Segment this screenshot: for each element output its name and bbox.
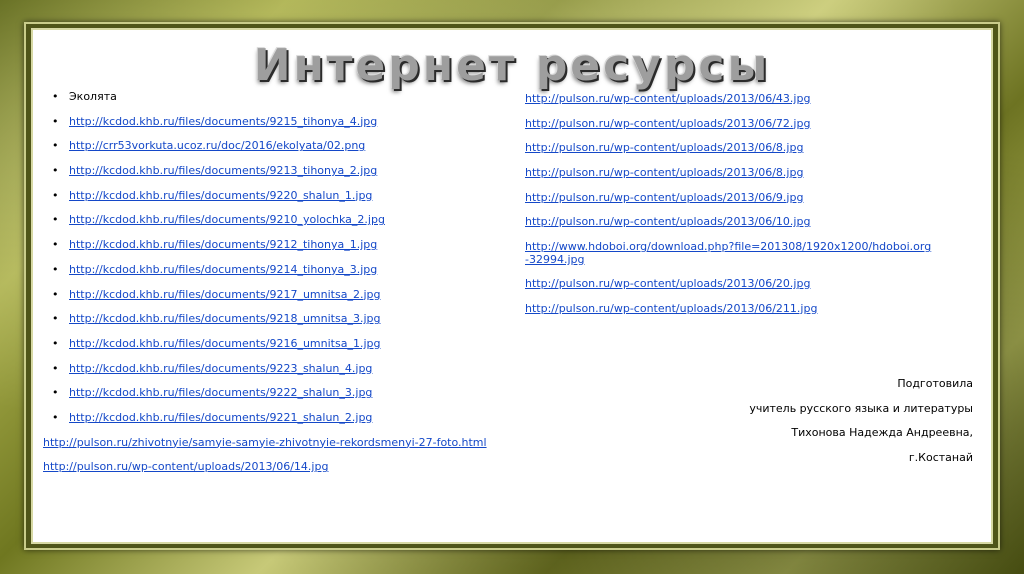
slide: Интернет ресурсы • Эколята • http://kcdod.…	[33, 30, 991, 542]
link-row: http://pulson.ru/wp-content/uploads/2013…	[525, 302, 945, 315]
link-row: http://pulson.ru/wp-content/uploads/2013…	[525, 166, 945, 179]
bullet-icon: •	[52, 386, 59, 400]
list-item: • http://kcdod.khb.ru/files/documents/921…	[43, 213, 513, 238]
resource-link[interactable]: http://pulson.ru/wp-content/uploads/2013…	[525, 166, 803, 179]
signature-line-position: учитель русского языка и литературы	[749, 401, 973, 415]
link-row: http://pulson.ru/wp-content/uploads/2013…	[525, 92, 945, 105]
resource-link[interactable]: http://kcdod.khb.ru/files/documents/9220…	[69, 189, 372, 202]
resource-link[interactable]: http://pulson.ru/wp-content/uploads/2013…	[525, 92, 810, 105]
bullet-icon: •	[52, 188, 59, 202]
signature-line-name: Тихонова Надежда Андреевна,	[791, 426, 973, 440]
resource-link[interactable]: http://kcdod.khb.ru/files/documents/9213…	[69, 164, 377, 177]
list-item: • http://kcdod.khb.ru/files/documents/922…	[43, 362, 513, 387]
signature-line-city: г.Костанай	[908, 451, 973, 465]
bullet-icon: •	[52, 139, 59, 153]
link-row: http://pulson.ru/wp-content/uploads/2013…	[525, 141, 945, 154]
list-item: • http://kcdod.khb.ru/files/documents/921…	[43, 263, 513, 288]
list-item: • http://kcdod.khb.ru/files/documents/921…	[43, 164, 513, 189]
plain-link-row: http://pulson.ru/wp-content/uploads/2013…	[43, 460, 513, 485]
resource-link[interactable]: http://crr53vorkuta.ucoz.ru/doc/2016/eko…	[69, 139, 365, 152]
link-row: http://www.hdoboi.org/download.php?file=…	[525, 240, 935, 266]
list-item: • http://kcdod.khb.ru/files/documents/922…	[43, 189, 513, 214]
resource-link[interactable]: http://pulson.ru/wp-content/uploads/2013…	[525, 191, 803, 204]
resource-link[interactable]: http://pulson.ru/wp-content/uploads/2013…	[525, 277, 810, 290]
list-item: • Эколята	[43, 90, 513, 115]
bullet-icon: •	[52, 238, 59, 252]
link-row: http://pulson.ru/wp-content/uploads/2013…	[525, 117, 945, 130]
list-item: • http://kcdod.khb.ru/files/documents/921…	[43, 288, 513, 313]
list-item-text: Эколята	[69, 90, 117, 103]
resource-link[interactable]: http://kcdod.khb.ru/files/documents/9215…	[69, 115, 377, 128]
resource-link[interactable]: http://pulson.ru/wp-content/uploads/2013…	[525, 302, 817, 315]
bullet-icon: •	[52, 262, 59, 276]
resource-link[interactable]: http://kcdod.khb.ru/files/documents/9223…	[69, 362, 372, 375]
signature-line-prepared: Подготовила	[897, 377, 973, 390]
resource-link[interactable]: http://www.hdoboi.org/download.php?file=…	[525, 240, 931, 266]
slide-title: Интернет ресурсы	[253, 40, 771, 91]
resource-link[interactable]: http://kcdod.khb.ru/files/documents/9214…	[69, 263, 377, 276]
resource-link[interactable]: http://kcdod.khb.ru/files/documents/9212…	[69, 238, 377, 251]
list-item: • http://kcdod.khb.ru/files/documents/921…	[43, 337, 513, 362]
resource-link[interactable]: http://pulson.ru/wp-content/uploads/2013…	[525, 215, 810, 228]
link-row: http://pulson.ru/wp-content/uploads/2013…	[525, 277, 945, 290]
left-column: • Эколята • http://kcdod.khb.ru/files/docu…	[43, 90, 513, 485]
resource-link[interactable]: http://kcdod.khb.ru/files/documents/9218…	[69, 312, 380, 325]
right-column: http://pulson.ru/wp-content/uploads/2013…	[525, 92, 945, 327]
list-item: • http://kcdod.khb.ru/files/documents/921…	[43, 312, 513, 337]
bullet-icon: •	[52, 361, 59, 375]
list-item: • http://kcdod.khb.ru/files/documents/922…	[43, 386, 513, 411]
list-item: • http://kcdod.khb.ru/files/documents/921…	[43, 115, 513, 140]
resource-link[interactable]: http://pulson.ru/wp-content/uploads/2013…	[43, 460, 328, 473]
resource-link[interactable]: http://kcdod.khb.ru/files/documents/9216…	[69, 337, 380, 350]
plain-link-row: http://pulson.ru/zhivotnyie/samyie-samyi…	[43, 436, 513, 461]
resource-link[interactable]: http://kcdod.khb.ru/files/documents/9217…	[69, 288, 380, 301]
bullet-icon: •	[52, 336, 59, 350]
bullet-icon: •	[52, 164, 59, 178]
bullet-icon: •	[52, 312, 59, 326]
resource-link[interactable]: http://pulson.ru/wp-content/uploads/2013…	[525, 117, 810, 130]
resource-link[interactable]: http://pulson.ru/zhivotnyie/samyie-samyi…	[43, 436, 487, 449]
resource-link[interactable]: http://kcdod.khb.ru/files/documents/9210…	[69, 213, 385, 226]
bullet-icon: •	[52, 114, 59, 128]
resource-link[interactable]: http://kcdod.khb.ru/files/documents/9221…	[69, 411, 372, 424]
list-item: • http://kcdod.khb.ru/files/documents/922…	[43, 411, 513, 436]
list-item: • http://kcdod.khb.ru/files/documents/921…	[43, 238, 513, 263]
list-item: • http://crr53vorkuta.ucoz.ru/doc/2016/ek…	[43, 139, 513, 164]
bullet-icon: •	[52, 410, 59, 424]
author-signature: Подготовила учитель русского языка и лит…	[749, 377, 973, 476]
bullet-icon: •	[52, 90, 59, 103]
link-row: http://pulson.ru/wp-content/uploads/2013…	[525, 191, 945, 204]
resource-link[interactable]: http://pulson.ru/wp-content/uploads/2013…	[525, 141, 803, 154]
link-row: http://pulson.ru/wp-content/uploads/2013…	[525, 215, 945, 228]
resource-link[interactable]: http://kcdod.khb.ru/files/documents/9222…	[69, 386, 372, 399]
bullet-icon: •	[52, 213, 59, 227]
bullet-icon: •	[52, 287, 59, 301]
